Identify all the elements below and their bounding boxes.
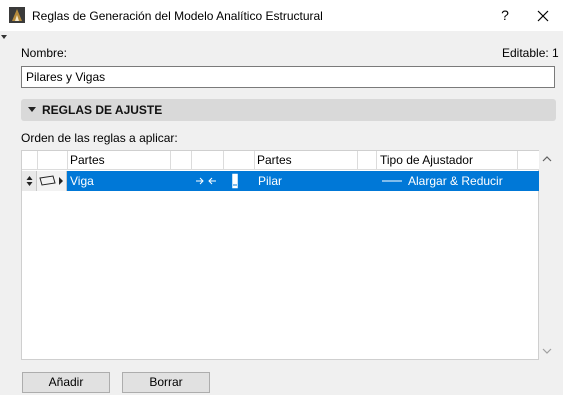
rules-table[interactable]: Partes Partes Tipo de Ajustador Viga Pil…: [21, 150, 540, 360]
rule-adjuster-type: Alargar & Reducir: [408, 174, 503, 188]
beam-icon: [39, 175, 63, 186]
column-separator: [191, 151, 192, 170]
name-label: Nombre:: [21, 46, 68, 60]
column-icon: [232, 173, 238, 189]
chevron-down-icon: [28, 107, 36, 112]
column-header-tipo-ajustador[interactable]: Tipo de Ajustador: [377, 151, 473, 170]
rules-order-label: Orden de las reglas a aplicar:: [21, 131, 178, 145]
window-title: Reglas de Generación del Modelo Analític…: [32, 9, 323, 23]
scroll-up-icon[interactable]: [539, 152, 555, 166]
archicad-icon: [9, 7, 25, 23]
table-header: Partes Partes Tipo de Ajustador: [22, 151, 540, 170]
collapse-arrow-icon: [1, 35, 7, 39]
vertical-scrollbar[interactable]: [539, 150, 555, 360]
editable-label: Editable: 1: [502, 46, 559, 60]
element-type-selector[interactable]: [37, 171, 67, 191]
drag-handle-icon: [26, 176, 33, 186]
arrows-toward-icon: [196, 177, 216, 185]
scroll-down-icon[interactable]: [539, 344, 555, 358]
help-button[interactable]: ?: [491, 0, 519, 31]
delete-rule-button[interactable]: Borrar: [122, 372, 210, 393]
table-row[interactable]: Viga Pilar Alargar & Reducir: [22, 171, 540, 191]
column-separator: [357, 151, 358, 170]
add-rule-button[interactable]: Añadir: [22, 372, 110, 393]
column-header-partes-a[interactable]: Partes: [67, 151, 105, 170]
column-separator: [37, 151, 38, 170]
column-separator: [170, 151, 171, 170]
section-header-reglas-ajuste[interactable]: REGLAS DE AJUSTE: [21, 99, 556, 121]
column-header-partes-b[interactable]: Partes: [254, 151, 292, 170]
adjuster-line-icon: [382, 180, 402, 182]
column-separator: [517, 151, 518, 170]
drag-handle[interactable]: [22, 171, 37, 191]
rule-part-a: Viga: [70, 174, 94, 188]
title-bar: Reglas de Generación del Modelo Analític…: [0, 0, 563, 31]
column-separator: [223, 151, 224, 170]
name-input[interactable]: Pilares y Vigas: [21, 66, 555, 88]
section-title: REGLAS DE AJUSTE: [42, 103, 163, 117]
close-icon[interactable]: [533, 6, 553, 26]
rule-part-b: Pilar: [258, 174, 283, 188]
